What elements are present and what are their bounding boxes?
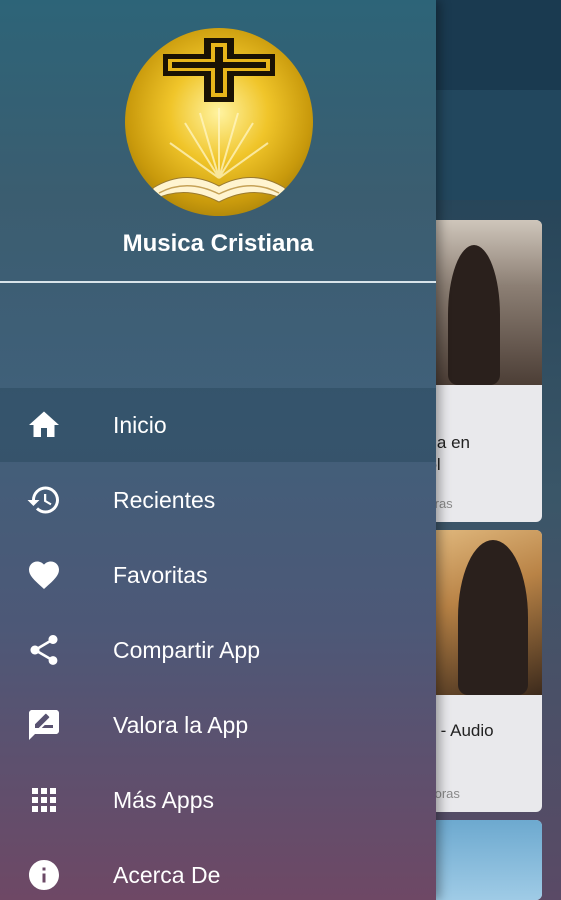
menu-item-label: Acerca De: [113, 862, 221, 888]
app-title: Musica Cristiana: [122, 230, 314, 257]
history-icon: [26, 482, 62, 518]
navigation-drawer: Musica Cristiana Inicio Recientes Favori…: [0, 0, 436, 900]
menu-item-label: Inicio: [113, 412, 167, 438]
share-icon: [26, 632, 62, 668]
menu-item-inicio[interactable]: Inicio: [0, 388, 436, 462]
rate-review-icon: [26, 707, 62, 743]
menu-item-label: Más Apps: [113, 787, 214, 813]
menu-item-label: Compartir App: [113, 637, 261, 663]
info-icon: [26, 857, 62, 893]
heart-icon: [26, 557, 62, 593]
menu-item-label: Recientes: [113, 487, 216, 513]
home-icon: [26, 407, 62, 443]
menu-item-valora-la-app[interactable]: Valora la App: [0, 688, 436, 762]
menu-item-label: Favoritas: [113, 562, 208, 588]
menu-item-label: Valora la App: [113, 712, 249, 738]
apps-grid-icon: [26, 782, 62, 818]
menu-item-compartir-app[interactable]: Compartir App: [0, 613, 436, 687]
cross-bible-logo-icon: [152, 38, 286, 203]
menu-item-recientes[interactable]: Recientes: [0, 463, 436, 537]
header-divider: [0, 281, 436, 283]
menu-item-mas-apps[interactable]: Más Apps: [0, 763, 436, 837]
drawer-header: Musica Cristiana: [0, 0, 436, 283]
app-logo: [125, 28, 313, 216]
menu-item-favoritas[interactable]: Favoritas: [0, 538, 436, 612]
menu-item-acerca-de[interactable]: Acerca De: [0, 838, 436, 900]
